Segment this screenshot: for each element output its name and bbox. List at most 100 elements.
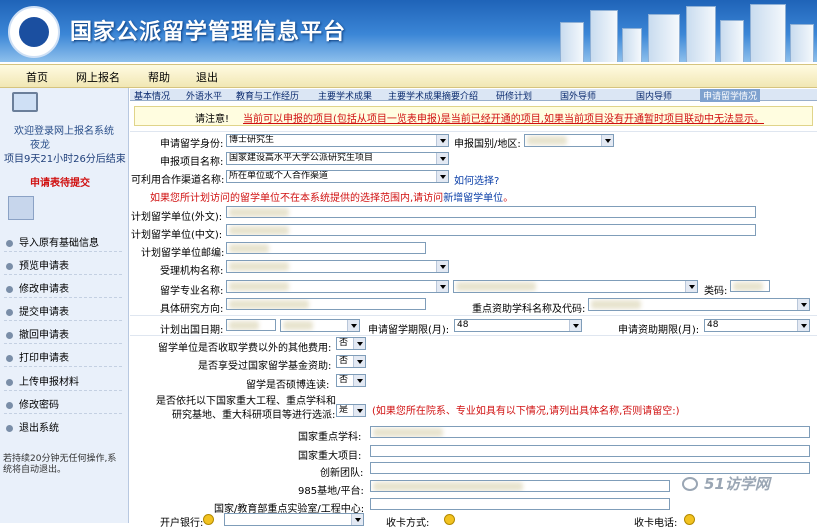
countdown-text: 项目9天21小时26分后结束 xyxy=(4,154,126,165)
tab-language[interactable]: 外语水平 xyxy=(186,89,222,102)
key-subject-label: 重点资助学科名称及代码: xyxy=(472,304,586,315)
category-input[interactable] xyxy=(730,280,770,292)
timeout-note: 若持续20分钟无任何操作,系统将自动退出。 xyxy=(3,454,117,475)
project-label: 申报项目名称: xyxy=(160,157,224,168)
notice-box: 请注意! 当前可以申报的项目(包括从项目一览表申报)是当前已经开通的项目,如果当… xyxy=(134,106,813,126)
fee-select[interactable]: 否 xyxy=(336,337,366,350)
major-select-1[interactable] xyxy=(226,280,449,293)
depart-label: 计划出国日期: xyxy=(160,325,224,336)
menu-edit[interactable]: 修改申请表 xyxy=(6,280,69,295)
card-type-label: 收卡方式: xyxy=(386,518,430,529)
book-icon xyxy=(8,196,34,220)
building-graphic xyxy=(720,20,744,62)
fund-period-select[interactable]: 48 xyxy=(704,319,810,332)
unit-foreign-label: 计划留学单位(外文): xyxy=(131,212,223,223)
bank-label: 开户银行: xyxy=(160,518,204,529)
channel-select[interactable]: 所在单位或个人合作渠道 xyxy=(226,170,449,183)
nav-help[interactable]: 帮助 xyxy=(148,69,170,85)
country-select[interactable] xyxy=(524,134,614,147)
other-fund-label: 是否享受过国家留学基金资助: xyxy=(198,361,332,372)
unit-cn-input[interactable] xyxy=(226,224,756,236)
org-label: 受理机构名称: xyxy=(160,266,224,277)
tab-achievements[interactable]: 主要学术成果 xyxy=(318,89,372,102)
building-graphic xyxy=(648,14,680,62)
fund-period-label: 申请资助期限(月): xyxy=(618,325,700,336)
bullet-icon xyxy=(6,424,13,432)
building-graphic xyxy=(560,22,584,62)
unit-postcode-input[interactable] xyxy=(226,242,426,254)
tab-domestic-advisor[interactable]: 国内导师 xyxy=(636,89,672,102)
tab-education[interactable]: 教育与工作经历 xyxy=(236,89,299,102)
org-select[interactable] xyxy=(226,260,449,273)
help-icon[interactable] xyxy=(203,514,214,525)
tab-basic[interactable]: 基本情况 xyxy=(134,89,170,102)
bullet-icon xyxy=(6,354,13,362)
rely-select[interactable]: 是 xyxy=(336,404,366,417)
study-period-label: 申请留学期限(月): xyxy=(368,325,450,336)
menu-import-info[interactable]: 导入原有基础信息 xyxy=(6,234,99,249)
major-project-input[interactable] xyxy=(370,445,810,457)
direction-input[interactable] xyxy=(226,298,426,310)
bullet-icon xyxy=(6,401,13,409)
tab-achievement-summary[interactable]: 主要学术成果摘要介绍 xyxy=(388,89,478,102)
unit-cn-label: 计划留学单位(中文): xyxy=(131,230,223,241)
menu-change-password[interactable]: 修改密码 xyxy=(6,396,59,411)
menu-exit[interactable]: 退出系统 xyxy=(6,419,59,434)
fee-label: 留学单位是否收取学费以外的其他费用: xyxy=(158,343,332,354)
building-graphic xyxy=(790,24,814,62)
welcome-text: 欢迎登录网上报名系统 xyxy=(14,126,114,137)
help-icon[interactable] xyxy=(444,514,455,525)
nav-logout[interactable]: 退出 xyxy=(196,69,218,85)
phd-select[interactable]: 否 xyxy=(336,374,366,387)
nav-online-apply[interactable]: 网上报名 xyxy=(76,69,120,85)
category-label: 类码: xyxy=(704,286,728,297)
bullet-icon xyxy=(6,378,13,386)
depart-month-select[interactable] xyxy=(280,319,360,332)
major-label: 留学专业名称: xyxy=(160,286,224,297)
unit-postcode-label: 计划留学单位邮编: xyxy=(141,248,225,259)
channel-label: 可利用合作渠道名称: xyxy=(131,175,225,186)
top-nav: 首页 网上报名 帮助 退出 xyxy=(0,64,817,88)
key-subject-select[interactable] xyxy=(588,298,810,311)
key-discipline-input[interactable] xyxy=(370,426,810,438)
computer-icon xyxy=(12,92,38,112)
watermark-text: 51访学网 xyxy=(704,475,770,493)
identity-label: 申请留学身份: xyxy=(160,139,224,150)
base-input[interactable] xyxy=(370,480,670,492)
study-period-select[interactable]: 48 xyxy=(454,319,582,332)
other-fund-select[interactable]: 否 xyxy=(336,355,366,368)
rely-hint: (如果您所在院系、专业如具有以下情况,请列出具体名称,否则请留空:) xyxy=(372,406,680,417)
innovation-label: 创新团队: xyxy=(320,468,364,479)
tab-study-abroad[interactable]: 申请留学情况 xyxy=(700,89,761,102)
bank-select[interactable] xyxy=(224,513,364,526)
phd-label: 留学是否硕博连读: xyxy=(246,380,330,391)
bullet-icon xyxy=(6,285,13,293)
key-discipline-label: 国家重点学科: xyxy=(298,432,362,443)
nav-home[interactable]: 首页 xyxy=(26,69,48,85)
how-to-choose-link[interactable]: 如何选择? xyxy=(454,172,499,187)
lab-input[interactable] xyxy=(370,498,670,510)
building-graphic xyxy=(622,28,642,62)
major-project-label: 国家重大项目: xyxy=(298,451,362,462)
tab-study-plan[interactable]: 研修计划 xyxy=(496,89,532,102)
menu-preview[interactable]: 预览申请表 xyxy=(6,257,69,272)
menu-print[interactable]: 打印申请表 xyxy=(6,349,69,364)
major-select-2[interactable] xyxy=(453,280,698,293)
project-select[interactable]: 国家建设高水平大学公派研究生项目 xyxy=(226,152,449,165)
menu-submit[interactable]: 提交申请表 xyxy=(6,303,69,318)
platform-title: 国家公派留学管理信息平台 xyxy=(70,20,347,45)
building-graphic xyxy=(590,10,618,62)
menu-withdraw[interactable]: 撤回申请表 xyxy=(6,326,69,341)
help-icon[interactable] xyxy=(684,514,695,525)
unit-foreign-input[interactable] xyxy=(226,206,756,218)
rely-label-2: 研究基地、重大科研项目等进行选派: xyxy=(172,410,336,421)
bullet-icon xyxy=(6,262,13,270)
bullet-icon xyxy=(6,239,13,247)
menu-upload[interactable]: 上传申报材料 xyxy=(6,373,79,388)
identity-select[interactable]: 博士研究生 xyxy=(226,134,449,147)
depart-year-input[interactable] xyxy=(226,319,276,331)
card-phone-label: 收卡电话: xyxy=(634,518,678,529)
new-unit-link[interactable]: 新增留学单位 xyxy=(443,193,503,204)
watermark-icon xyxy=(682,477,698,491)
tab-foreign-advisor[interactable]: 国外导师 xyxy=(560,89,596,102)
